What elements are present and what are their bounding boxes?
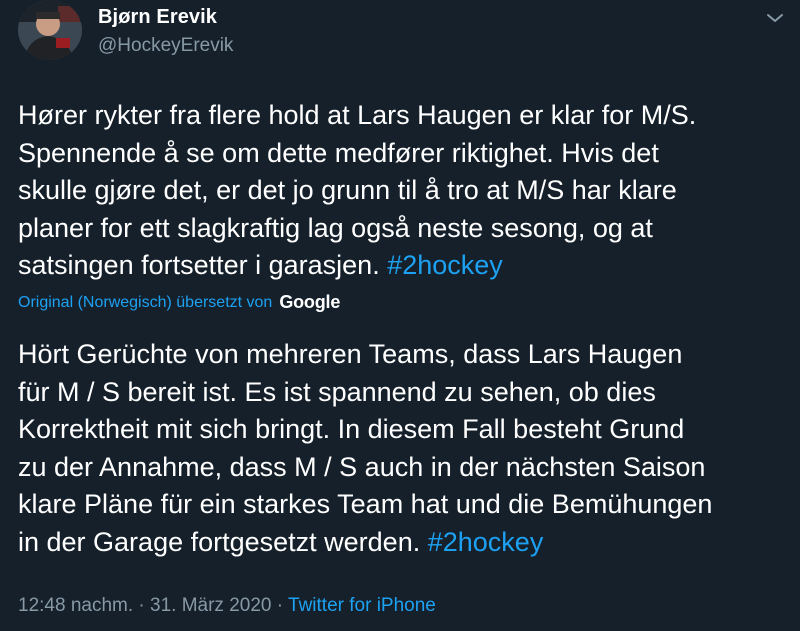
tweet-meta: 12:48 nachm. · 31. März 2020 · Twitter f… <box>18 595 436 617</box>
google-logo: Google <box>279 292 341 312</box>
tweet-text-translated: Hört Gerüchte von mehreren Teams, dass L… <box>18 336 788 562</box>
timestamp[interactable]: 12:48 nachm. · 31. März 2020 · <box>18 595 288 616</box>
tweet-text-original: Hører rykter fra flere hold at Lars Haug… <box>18 97 788 285</box>
hashtag-link[interactable]: #2hockey <box>387 250 503 280</box>
tweet-header: Bjørn Erevik @HockeyErevik <box>0 0 800 80</box>
author-name[interactable]: Bjørn Erevik <box>98 6 217 29</box>
author-handle[interactable]: @HockeyErevik <box>98 35 233 57</box>
avatar-image <box>18 0 82 60</box>
original-text: Hører rykter fra flere hold at Lars Haug… <box>18 100 697 281</box>
translated-text: Hört Gerüchte von mehreren Teams, dass L… <box>18 339 713 557</box>
source-link[interactable]: Twitter for iPhone <box>288 595 436 616</box>
avatar[interactable] <box>18 0 82 60</box>
hashtag-link[interactable]: #2hockey <box>428 527 544 557</box>
translation-attribution[interactable]: Original (Norwegisch) übersetzt von Goog… <box>18 292 340 313</box>
translation-label: Original (Norwegisch) übersetzt von <box>18 293 273 311</box>
chevron-down-icon[interactable] <box>760 6 790 30</box>
